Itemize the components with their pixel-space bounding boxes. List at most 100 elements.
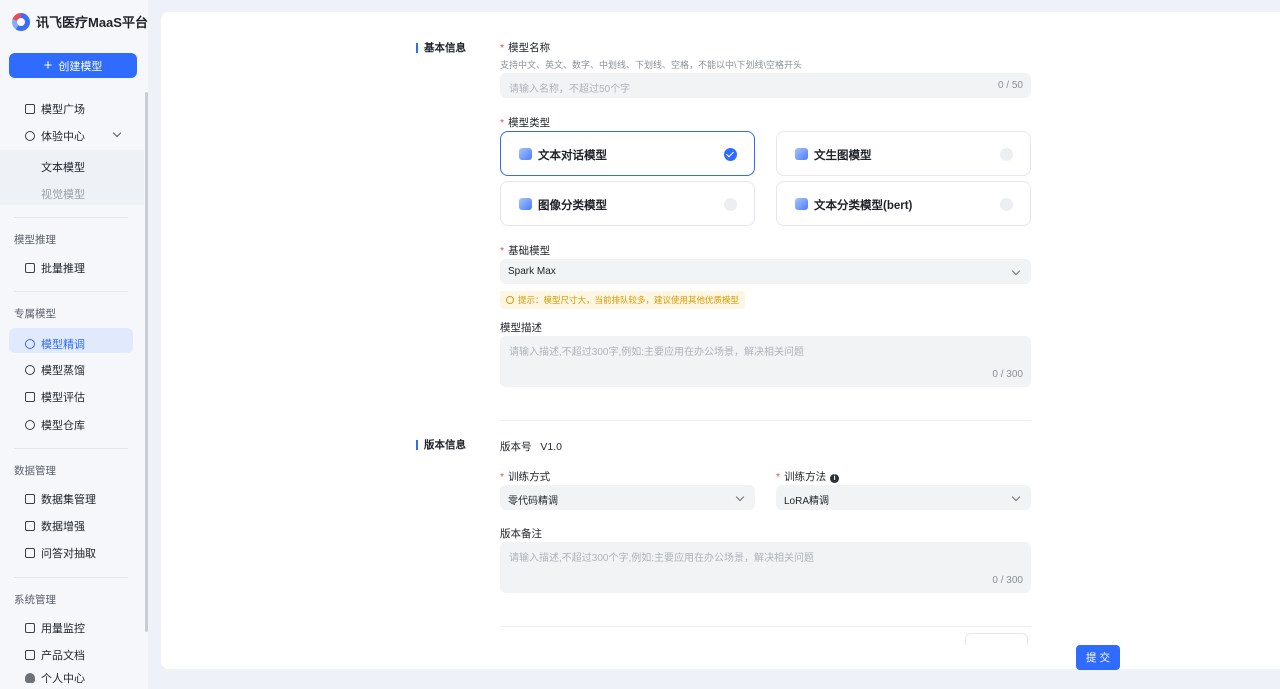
train-method-label: * 训练方法 i	[776, 469, 840, 484]
sidebar-item-product-docs[interactable]: 产品文档	[25, 647, 85, 663]
train-method-select[interactable]: LoRA精调	[776, 485, 1031, 510]
sidebar-item-qa-extract[interactable]: 问答对抽取	[25, 545, 96, 561]
model-type-card-text-chat[interactable]: 文本对话模型	[500, 131, 755, 176]
create-model-label: 创建模型	[58, 60, 103, 73]
app-logo[interactable]: 讯飞医疗MaaS平台	[12, 12, 148, 31]
image-classify-icon	[519, 198, 532, 210]
refresh-icon	[25, 131, 35, 141]
logo-icon	[12, 12, 30, 31]
train-mode-select[interactable]: 零代码精调	[500, 485, 755, 510]
sidebar: 讯飞医疗MaaS平台 + 创建模型 模型广场 体验中心 文本模型 视觉模型 模型…	[0, 0, 148, 689]
distill-icon	[25, 365, 35, 375]
sidebar-item-label: 问答对抽取	[41, 548, 96, 560]
section-label-data: 数据管理	[14, 465, 56, 477]
label-text: 模型类型	[508, 117, 551, 129]
sidebar-item-usage-monitor[interactable]: 用量监控	[25, 620, 85, 636]
check-icon	[724, 148, 737, 161]
model-type-card-text-classify[interactable]: 文本分类模型(bert)	[776, 181, 1031, 226]
chevron-down-icon	[735, 492, 745, 502]
grid-icon	[25, 104, 35, 114]
base-model-label: * 基础模型	[500, 245, 551, 257]
sidebar-item-label: 数据增强	[41, 521, 85, 533]
sidebar-item-model-distill[interactable]: 模型蒸馏	[25, 362, 85, 378]
radio-icon	[1000, 198, 1013, 211]
select-value: LoRA精调	[784, 496, 830, 507]
document-icon	[25, 650, 35, 660]
model-type-card-text-to-image[interactable]: 文生图模型	[776, 131, 1031, 176]
card-title: 文本分类模型(bert)	[814, 200, 913, 212]
divider	[14, 577, 128, 578]
model-desc-label: 模型描述	[500, 322, 542, 334]
input-placeholder: 请输入名称，不超过50个字	[509, 84, 631, 95]
sidebar-item-model-eval[interactable]: 模型评估	[25, 389, 85, 405]
version-number: 版本号 V1.0	[500, 439, 562, 454]
sidebar-item-personal-center[interactable]: 个人中心	[25, 670, 85, 686]
user-icon	[25, 673, 35, 683]
label-text: 训练方法	[784, 471, 827, 483]
partially-visible-control[interactable]	[965, 633, 1028, 645]
version-value: V1.0	[540, 441, 563, 453]
section-title-basic: 基本信息	[416, 40, 466, 55]
chevron-down-icon	[1011, 266, 1021, 276]
info-icon[interactable]: i	[830, 474, 840, 483]
char-counter: 0 / 50	[997, 80, 1023, 91]
sidebar-item-model-finetune[interactable]: 模型精调	[9, 328, 133, 353]
divider	[14, 291, 128, 292]
model-type-card-image-classify[interactable]: 图像分类模型	[500, 181, 755, 226]
create-model-button[interactable]: + 创建模型	[9, 53, 137, 78]
section-label-system: 系统管理	[14, 594, 56, 606]
sidebar-item-label: 模型精调	[41, 338, 85, 351]
repository-icon	[25, 420, 35, 430]
dataset-icon	[25, 494, 35, 504]
divider	[14, 217, 128, 218]
label-text: 基础模型	[508, 245, 551, 257]
sidebar-item-label: 模型蒸馏	[41, 365, 85, 377]
label-text: 训练方式	[508, 471, 551, 483]
list-icon	[25, 548, 35, 558]
submit-button[interactable]: 提 交	[1076, 645, 1120, 670]
card-title: 图像分类模型	[538, 200, 607, 212]
section-title-text: 基本信息	[424, 42, 466, 54]
card-title: 文生图模型	[814, 150, 872, 162]
section-bar	[416, 42, 418, 53]
sidebar-item-dataset-mgmt[interactable]: 数据集管理	[25, 491, 96, 507]
version-note-label: 版本备注	[500, 528, 542, 540]
sidebar-item-batch-inference[interactable]: 批量推理	[25, 260, 85, 276]
section-bar	[416, 439, 418, 450]
model-type-label: * 模型类型	[500, 117, 551, 129]
info-circle-icon	[506, 296, 514, 304]
sidebar-scrollbar[interactable]	[145, 92, 148, 632]
char-counter: 0 / 300	[992, 575, 1023, 586]
section-divider	[500, 626, 1031, 627]
sidebar-item-label: 体验中心	[41, 131, 85, 143]
section-title-version: 版本信息	[416, 437, 466, 452]
image-gen-icon	[795, 148, 808, 160]
sidebar-item-data-augment[interactable]: 数据增强	[25, 518, 85, 534]
sidebar-item-model-repo[interactable]: 模型仓库	[25, 417, 85, 433]
card-title: 文本对话模型	[538, 150, 607, 162]
folder-icon	[25, 521, 35, 531]
sidebar-item-vision-model[interactable]: 视觉模型	[41, 186, 85, 202]
chart-icon	[25, 263, 35, 273]
sidebar-item-label: 用量监控	[41, 623, 85, 635]
textarea-placeholder: 请输入描述,不超过300字,例如:主要应用在办公场景，解决相关问题	[509, 347, 805, 358]
base-model-select[interactable]: Spark Max	[500, 259, 1031, 284]
version-note-textarea[interactable]: 请输入描述,不超过300个字,例如:主要应用在办公场景，解决相关问题 0 / 3…	[500, 542, 1031, 593]
evaluate-icon	[25, 392, 35, 402]
model-name-input[interactable]: 请输入名称，不超过50个字 0 / 50	[500, 73, 1031, 98]
tune-icon	[25, 338, 35, 349]
sidebar-item-text-model[interactable]: 文本模型	[41, 159, 85, 175]
sidebar-item-experience-center[interactable]: 体验中心	[25, 128, 85, 144]
sidebar-item-model-square[interactable]: 模型广场	[25, 101, 85, 117]
model-desc-textarea[interactable]: 请输入描述,不超过300字,例如:主要应用在办公场景，解决相关问题 0 / 30…	[500, 336, 1031, 387]
sidebar-item-label: 模型评估	[41, 392, 85, 404]
warning-text: 提示：模型尺寸大，当前排队较多，建议使用其他优质模型	[518, 295, 740, 305]
version-label: 版本号	[500, 441, 532, 453]
section-divider	[500, 420, 1031, 421]
warning-tip: 提示：模型尺寸大，当前排队较多，建议使用其他优质模型	[500, 291, 746, 309]
radio-icon	[1000, 148, 1013, 161]
radio-icon	[724, 198, 737, 211]
chevron-down-icon[interactable]	[112, 128, 122, 138]
select-value: 零代码精调	[508, 496, 558, 507]
model-name-label: * 模型名称	[500, 42, 551, 54]
